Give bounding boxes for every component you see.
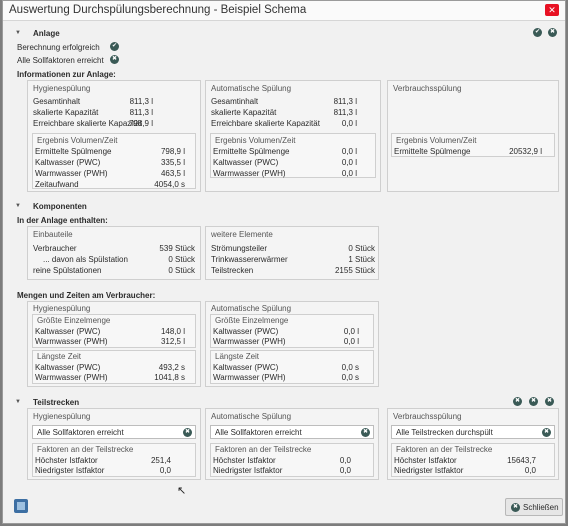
teilstrecken-cross-icon-1[interactable]: ✖ — [513, 397, 522, 406]
teilstrecken-collapse-icon[interactable]: ▼ — [15, 399, 21, 405]
status-calculation: Berechnung erfolgreich — [17, 43, 100, 52]
close-button[interactable]: ✖ Schließen — [505, 498, 563, 516]
teil-hygiene-status-field: Alle Sollfaktoren erreicht ✖ — [32, 425, 196, 439]
group-title: Verbrauchsspülung — [393, 84, 462, 93]
mengen-title: Mengen und Zeiten am Verbraucher: — [17, 291, 156, 300]
window-title: Auswertung Durchspülungsberechnung - Bei… — [9, 4, 307, 16]
status-check-icon: ✔ — [110, 42, 119, 51]
subgroup-title: Ergebnis Volumen/Zeit — [37, 136, 118, 145]
teil-hygiene-cross-icon[interactable]: ✖ — [183, 428, 192, 437]
window-close-icon[interactable]: ✕ — [545, 4, 559, 16]
anlage-auto-result: Ergebnis Volumen/Zeit Ermittelte Spülmen… — [210, 133, 376, 178]
mengen-auto-group: Automatische Spülung Größte Einzelmenge … — [205, 301, 379, 387]
group-title: Automatische Spülung — [211, 84, 292, 93]
teil-verbrauch-status-field: Alle Teilstrecken durchspült ✖ — [391, 425, 555, 439]
status-sollfaktoren: Alle Sollfaktoren erreicht — [17, 56, 104, 65]
teil-verbrauch-group: Verbrauchsspülung Alle Teilstrecken durc… — [387, 408, 559, 480]
anlage-cross-icon[interactable]: ✖ — [548, 28, 557, 37]
teil-hygiene-faktoren: Faktoren an der Teilstrecke Höchster Ist… — [32, 443, 196, 477]
teilstrecken-header[interactable]: Teilstrecken — [33, 398, 79, 407]
close-button-icon: ✖ — [511, 503, 520, 512]
report-icon[interactable] — [14, 499, 28, 513]
subgroup-title: Größte Einzelmenge — [37, 316, 111, 325]
subgroup-title: Ergebnis Volumen/Zeit — [396, 136, 477, 145]
anlage-check-icon[interactable]: ✔ — [533, 28, 542, 37]
subgroup-title: Längste Zeit — [37, 352, 82, 361]
group-title: Hygienespülung — [33, 304, 91, 313]
subgroup-title: Faktoren an der Teilstrecke — [37, 445, 134, 454]
group-title: Automatische Spülung — [211, 412, 292, 421]
teil-verbrauch-cross-icon[interactable]: ✖ — [542, 428, 551, 437]
anlage-collapse-icon[interactable]: ▼ — [15, 30, 21, 36]
group-title: weitere Elemente — [211, 230, 273, 239]
anlage-hygiene-result: Ergebnis Volumen/Zeit Ermittelte Spülmen… — [32, 133, 196, 189]
einbauteile-group: Einbauteile Verbraucher 539 Stück ... dav… — [27, 226, 201, 280]
anlage-hygiene-group: Hygienespülung Gesamtinhalt 811,3 l skali… — [27, 80, 201, 192]
group-title: Hygienespülung — [33, 412, 91, 421]
teilstrecken-cross-icon-2[interactable]: ✖ — [529, 397, 538, 406]
komponenten-header[interactable]: Komponenten — [33, 202, 87, 211]
status-cross-icon: ✖ — [110, 55, 119, 64]
subgroup-title: Faktoren an der Teilstrecke — [396, 445, 493, 454]
anlage-verbrauch-result: Ergebnis Volumen/Zeit Ermittelte Spülmen… — [391, 133, 555, 157]
subgroup-title: Längste Zeit — [215, 352, 260, 361]
weitere-elemente-group: weitere Elemente Strömungsteiler 0 Stück … — [205, 226, 379, 280]
teil-auto-group: Automatische Spülung Alle Sollfaktoren e… — [205, 408, 379, 480]
evaluation-window: Auswertung Durchspülungsberechnung - Bei… — [2, 0, 566, 524]
mengen-auto-einzelmenge: Größte Einzelmenge Kaltwasser (PWC) 0,0 l… — [210, 314, 374, 348]
group-title: Automatische Spülung — [211, 304, 292, 313]
teil-auto-faktoren: Faktoren an der Teilstrecke Höchster Ist… — [210, 443, 374, 477]
anlage-header[interactable]: Anlage — [33, 29, 60, 38]
group-title: Einbauteile — [33, 230, 73, 239]
mengen-hygiene-zeit: Längste Zeit Kaltwasser (PWC) 493,2 s War… — [32, 350, 196, 384]
teil-hygiene-group: Hygienespülung Alle Sollfaktoren erreich… — [27, 408, 201, 480]
subgroup-title: Faktoren an der Teilstrecke — [215, 445, 312, 454]
mouse-cursor-icon: ↖ — [177, 485, 187, 497]
close-button-label: Schließen — [523, 503, 559, 512]
teil-auto-cross-icon[interactable]: ✖ — [361, 428, 370, 437]
subgroup-title: Größte Einzelmenge — [215, 316, 289, 325]
anlage-verbrauch-group: Verbrauchsspülung Ergebnis Volumen/Zeit … — [387, 80, 559, 192]
mengen-hygiene-einzelmenge: Größte Einzelmenge Kaltwasser (PWC) 148,0… — [32, 314, 196, 348]
anlage-auto-group: Automatische Spülung Gesamtinhalt 811,3 l… — [205, 80, 381, 192]
teilstrecken-cross-icon-3[interactable]: ✖ — [545, 397, 554, 406]
teil-auto-status-field: Alle Sollfaktoren erreicht ✖ — [210, 425, 374, 439]
group-title: Hygienespülung — [33, 84, 91, 93]
komponenten-collapse-icon[interactable]: ▼ — [15, 203, 21, 209]
group-title: Verbrauchsspülung — [393, 412, 462, 421]
enthalten-title: In der Anlage enthalten: — [17, 216, 108, 225]
info-title: Informationen zur Anlage: — [17, 70, 116, 79]
mengen-hygiene-group: Hygienespülung Größte Einzelmenge Kaltwa… — [27, 301, 201, 387]
subgroup-title: Ergebnis Volumen/Zeit — [215, 136, 296, 145]
title-bar: Auswertung Durchspülungsberechnung - Bei… — [3, 1, 565, 21]
teil-verbrauch-faktoren: Faktoren an der Teilstrecke Höchster Ist… — [391, 443, 555, 477]
mengen-auto-zeit: Längste Zeit Kaltwasser (PWC) 0,0 s Warmw… — [210, 350, 374, 384]
